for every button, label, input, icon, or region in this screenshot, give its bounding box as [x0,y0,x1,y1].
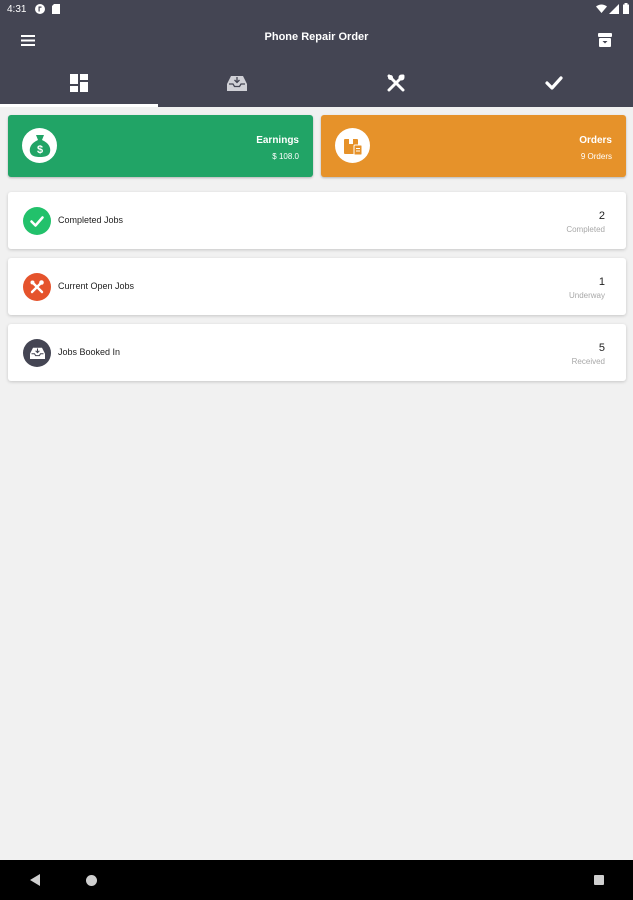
earnings-label: Earnings [256,135,299,146]
open-jobs-row[interactable]: Current Open Jobs 1 Underway [8,258,626,315]
wifi-icon [596,3,607,14]
orders-value: 9 Orders [580,152,612,161]
sd-card-icon [50,3,61,14]
battery-icon [620,3,631,14]
recents-icon[interactable] [590,871,608,889]
system-nav-bar [0,860,633,900]
booked-jobs-status: Received [571,357,605,366]
inbox-tray-icon [23,339,51,367]
archive-icon[interactable] [595,30,615,50]
dashboard-icon [70,73,89,97]
orders-card[interactable]: Orders 9 Orders [321,115,626,177]
checkmark-icon [545,75,563,95]
booked-jobs-count: 5 [598,342,605,354]
orders-label: Orders [579,135,612,146]
app-bar: Phone Repair Order [0,18,633,63]
booked-jobs-row[interactable]: Jobs Booked In 5 Received [8,324,626,381]
completed-jobs-row[interactable]: Completed Jobs 2 Completed [8,192,626,249]
home-icon[interactable] [82,871,100,889]
completed-jobs-count: 2 [598,210,605,222]
tab-bar [0,63,633,107]
tools-icon [23,273,51,301]
checkmark-icon [23,207,51,235]
svg-text:$: $ [36,144,42,156]
signal-icon [608,3,619,14]
inbox-tray-icon [227,75,248,96]
earnings-card[interactable]: $ Earnings $ 108.0 [8,115,313,177]
open-jobs-status: Underway [568,291,605,300]
app-notification-icon [34,3,45,14]
money-bag-icon: $ [22,128,57,163]
completed-jobs-status: Completed [566,225,605,234]
page-title: Phone Repair Order [264,31,369,43]
earnings-value: $ 108.0 [272,152,299,161]
open-jobs-count: 1 [598,276,605,288]
tab-open-jobs[interactable] [317,63,475,107]
status-time: 4:31 [7,4,27,15]
box-icon [335,128,370,163]
tab-completed[interactable] [475,63,633,107]
tab-dashboard[interactable] [0,63,159,107]
tab-booked-in[interactable] [158,63,316,107]
completed-jobs-label: Completed Jobs [58,215,124,225]
booked-jobs-label: Jobs Booked In [58,347,121,357]
tools-icon [387,74,405,97]
open-jobs-label: Current Open Jobs [58,281,135,291]
back-icon[interactable] [26,871,44,889]
status-bar: 4:31 [0,0,633,18]
